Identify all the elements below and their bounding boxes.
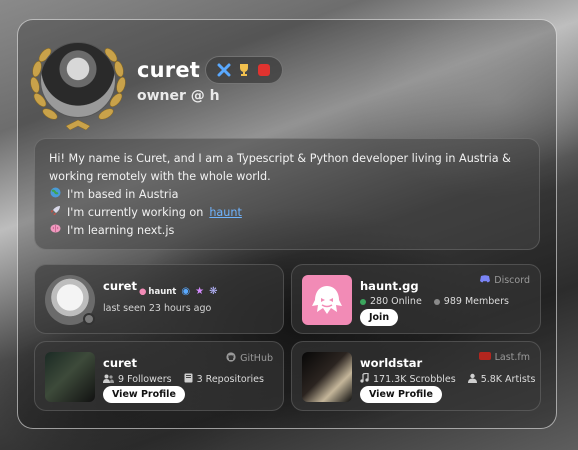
lastfm-brand-label: Last.fm xyxy=(494,352,530,363)
github-brand: GitHub xyxy=(226,352,273,365)
badge-group xyxy=(205,56,283,84)
github-username: curet xyxy=(103,356,137,370)
discord-server-card: haunt.gg Discord 280 Online 989 Members … xyxy=(291,264,541,334)
repos-label: 3 Repositories xyxy=(196,374,264,385)
lastfm-view-profile-button[interactable]: View Profile xyxy=(360,386,442,403)
bio-panel: Hi! My name is Curet, and I am a Typescr… xyxy=(34,138,540,250)
join-button[interactable]: Join xyxy=(360,309,399,326)
person-icon xyxy=(467,373,477,386)
last-seen: last seen 23 hours ago xyxy=(103,303,212,314)
lastfm-icon xyxy=(478,352,491,363)
server-icon xyxy=(302,275,352,325)
bio-item-project-text: I'm currently working on xyxy=(67,206,204,219)
guild-tag: ● haunt xyxy=(139,287,176,297)
nitro-badge-icon: ◉ xyxy=(181,286,191,297)
ghost-icon xyxy=(312,286,342,314)
avatar xyxy=(40,42,116,118)
repos-stat: 3 Repositories xyxy=(184,373,264,386)
github-view-profile-button[interactable]: View Profile xyxy=(103,386,185,403)
lastfm-username: worldstar xyxy=(360,356,423,370)
followers-icon xyxy=(103,374,114,386)
github-card: curet GitHub 9 Followers 3 Repositories … xyxy=(34,341,284,411)
lastfm-avatar xyxy=(302,352,352,402)
lastfm-stats: 171.3K Scrobbles 5.8K Artists xyxy=(360,372,536,386)
rocket-icon xyxy=(49,204,61,222)
status-dot xyxy=(83,313,95,325)
discord-badges: ● haunt ◉ ★ ❋ xyxy=(139,286,217,297)
member-count-label: 989 Members xyxy=(443,296,509,307)
bio-item-location-text: I'm based in Austria xyxy=(67,188,179,201)
profile-subtitle: owner @ h xyxy=(137,88,220,104)
bio-item-location: I'm based in Austria xyxy=(49,186,525,204)
discord-username: curet xyxy=(103,279,137,293)
artists-stat: 5.8K Artists xyxy=(467,373,536,386)
member-count: 989 Members xyxy=(433,296,509,307)
username: curet xyxy=(137,58,201,82)
brain-icon xyxy=(49,222,61,240)
close-badge-icon xyxy=(216,62,232,78)
scrobbles-stat: 171.3K Scrobbles xyxy=(360,372,456,386)
discord-brand-label: Discord xyxy=(494,275,530,286)
discord-icon xyxy=(480,275,491,286)
github-stats: 9 Followers 3 Repositories xyxy=(103,373,264,386)
bio-item-project: I'm currently working on haunt xyxy=(49,204,525,222)
guild-tag-label: haunt xyxy=(148,286,177,297)
bio-intro: Hi! My name is Curet, and I am a Typescr… xyxy=(49,152,511,183)
artists-label: 5.8K Artists xyxy=(480,374,536,385)
red-badge-icon xyxy=(256,62,272,78)
online-count: 280 Online xyxy=(360,296,422,307)
bio-item-learning: I'm learning next.js xyxy=(49,222,525,240)
discord-presence-card: curet ● haunt ◉ ★ ❋ last seen 23 hours a… xyxy=(34,264,284,334)
followers-stat: 9 Followers xyxy=(103,374,172,386)
member-dot-icon xyxy=(433,298,440,305)
scrobbles-label: 171.3K Scrobbles xyxy=(373,374,456,385)
server-stats: 280 Online 989 Members xyxy=(360,296,509,307)
globe-icon xyxy=(49,186,61,204)
server-name: haunt.gg xyxy=(360,279,419,293)
repo-icon xyxy=(184,373,193,386)
github-brand-label: GitHub xyxy=(240,353,273,364)
haunt-link[interactable]: haunt xyxy=(209,204,242,222)
github-avatar xyxy=(45,352,95,402)
lastfm-brand: Last.fm xyxy=(478,352,530,363)
avatar-wreath xyxy=(26,30,130,134)
online-dot-icon xyxy=(360,298,366,305)
guild-tag-icon: ● xyxy=(139,286,147,297)
lastfm-card: worldstar Last.fm 171.3K Scrobbles 5.8K … xyxy=(291,341,541,411)
star-badge-icon: ★ xyxy=(195,286,205,297)
bio-item-learning-text: I'm learning next.js xyxy=(67,224,175,237)
github-icon xyxy=(226,352,236,365)
discord-brand: Discord xyxy=(480,275,530,286)
boost-badge-icon: ❋ xyxy=(209,286,218,297)
followers-label: 9 Followers xyxy=(118,374,172,385)
online-count-label: 280 Online xyxy=(370,296,422,307)
music-note-icon xyxy=(360,372,369,386)
trophy-badge-icon xyxy=(236,62,252,78)
